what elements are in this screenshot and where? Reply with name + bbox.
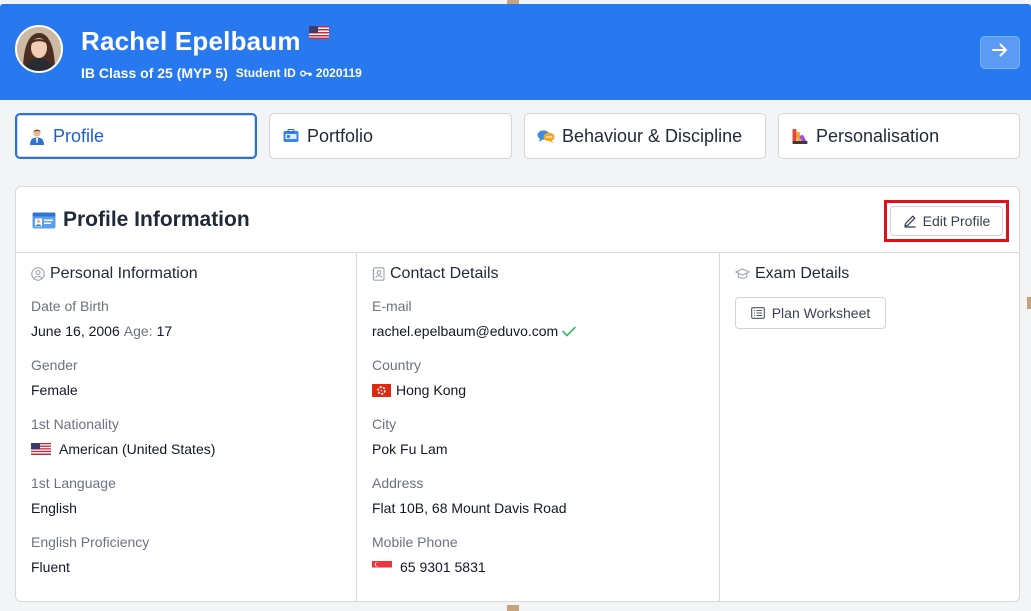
section-title: Personal Information [31,265,198,283]
section-title: Exam Details [735,265,849,283]
card-header: Profile Information Edit Profile [16,187,1019,253]
section-title-text: Exam Details [755,265,850,282]
email-field: E-mail rachel.epelbaum@eduvo.com [372,298,577,339]
gender-field: Gender Female [31,357,78,398]
email-value: rachel.epelbaum@eduvo.com [372,323,559,339]
edit-profile-highlight: Edit Profile [884,200,1009,242]
profile-tabs: Profile Portfolio Behaviour & Discipline… [15,113,1020,159]
contact-details-section: Contact Details E-mail rachel.epelbaum@e… [357,253,720,601]
side-handle [1027,297,1031,309]
palette-icon [791,127,809,145]
city-field: City Pok Fu Lam [372,416,447,457]
pencil-icon [903,214,917,228]
field-label: Mobile Phone [372,534,458,550]
graduation-cap-icon [735,268,750,280]
arrow-right-icon [992,43,1008,62]
address-field: Address Flat 10B, 68 Mount Davis Road [372,475,567,516]
plan-worksheet-label: Plan Worksheet [771,305,871,321]
nationality-field: 1st Nationality American (United States) [31,416,215,457]
verified-check-icon [562,326,577,337]
field-label: Date of Birth [31,298,109,314]
student-name: Rachel Epelbaum [81,26,301,56]
field-label: City [372,416,397,432]
country-value: Hong Kong [396,382,467,398]
us-flag-icon [309,26,329,44]
field-value: American (United States) [31,441,215,457]
field-value: June 16, 2006 Age: 17 [31,323,172,339]
card-title: Profile Information [32,208,250,232]
hong-kong-flag-icon [372,383,391,397]
plan-worksheet-button[interactable]: Plan Worksheet [735,297,886,329]
field-label: Country [372,357,422,373]
nationality-value: American (United States) [59,441,216,457]
phone-value: 65 9301 5831 [400,559,486,575]
phone-field: Mobile Phone 65 9301 5831 [372,534,486,575]
us-flag-icon [31,443,51,455]
field-label: 1st Nationality [31,416,119,432]
avatar [15,25,63,73]
tab-label: Portfolio [307,125,374,146]
portfolio-icon [282,127,300,145]
edit-profile-button[interactable]: Edit Profile [890,206,1003,236]
proficiency-field: English Proficiency Fluent [31,534,149,575]
section-title-text: Personal Information [50,265,198,282]
field-value: Hong Kong [372,382,466,398]
field-label: 1st Language [31,475,116,491]
field-value: Flat 10B, 68 Mount Davis Road [372,500,567,516]
edit-profile-label: Edit Profile [922,213,991,229]
top-handle [507,0,519,4]
card-title-text: Profile Information [63,208,250,231]
user-icon [28,127,46,145]
field-value: 65 9301 5831 [372,559,486,575]
profile-information-card: Profile Information Edit Profile Persona… [15,186,1020,602]
field-label: Address [372,475,424,491]
field-label: Gender [31,357,78,373]
tab-label: Profile [53,125,105,146]
chat-bubbles-icon [537,127,555,145]
language-field: 1st Language English [31,475,116,516]
tab-label: Personalisation [816,125,940,146]
tab-label: Behaviour & Discipline [562,125,743,146]
next-button[interactable] [980,36,1020,69]
section-title: Contact Details [372,265,499,283]
section-title-text: Contact Details [390,265,499,282]
field-label: E-mail [372,298,412,314]
tab-portfolio[interactable]: Portfolio [269,113,512,159]
field-value: Fluent [31,559,70,575]
singapore-flag-icon [372,560,392,574]
dob-field: Date of Birth June 16, 2006 Age: 17 [31,298,172,339]
field-value: Female [31,382,78,398]
key-icon [299,69,312,78]
student-id-value: 2020119 [315,66,362,80]
student-subline: IB Class of 25 (MYP 5) Student ID 202011… [81,65,362,81]
field-value: Pok Fu Lam [372,441,448,457]
field-value: rachel.epelbaum@eduvo.com [372,323,577,339]
personal-information-section: Personal Information Date of Birth June … [16,253,357,601]
id-card-icon [32,212,56,229]
person-circle-icon [31,267,45,281]
tab-profile[interactable]: Profile [15,113,257,159]
student-id-label: Student ID [235,66,296,80]
class-label: IB Class of 25 (MYP 5) [81,65,228,81]
student-header: Rachel Epelbaum IB Class of 25 (MYP 5) S… [0,4,1031,100]
contact-book-icon [372,267,385,281]
tab-behaviour-discipline[interactable]: Behaviour & Discipline [524,113,766,159]
field-value: English [31,500,77,516]
bottom-handle [507,605,519,611]
list-icon [750,307,765,319]
tab-personalisation[interactable]: Personalisation [778,113,1020,159]
field-label: English Proficiency [31,534,150,550]
dob-value: June 16, 2006 [31,323,120,339]
age-label: Age: [123,323,153,339]
country-field: Country Hong Kong [372,357,466,398]
exam-details-section: Exam Details Plan Worksheet [720,253,1019,601]
age-value: 17 [156,323,173,339]
